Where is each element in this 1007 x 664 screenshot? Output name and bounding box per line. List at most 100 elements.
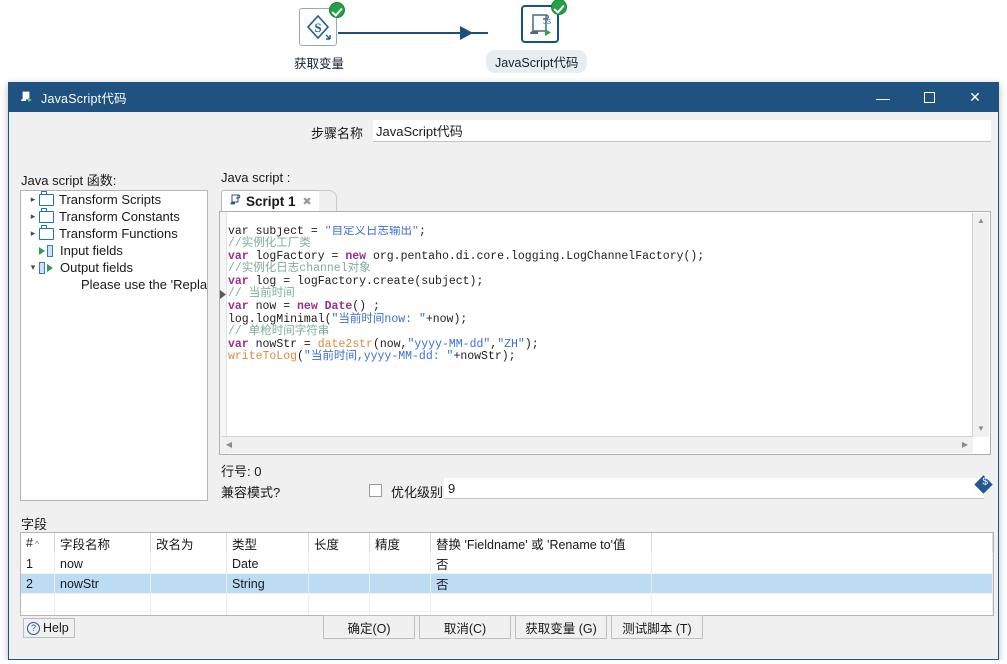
tree-item-transform-scripts[interactable]: ▸ Transform Scripts <box>21 191 207 208</box>
table-body: 1now Date 否 2nowStr String 否 <box>21 554 993 617</box>
canvas-node-get-variables[interactable]: S 获取变量 <box>288 8 350 72</box>
column-header-replace[interactable]: 替换 'Fieldname' 或 'Rename to'值 <box>431 533 652 554</box>
table-cell-num[interactable]: 1 <box>21 554 55 574</box>
get-variables-button[interactable]: 获取变量 (G) <box>515 615 607 639</box>
svg-text:S: S <box>314 20 321 35</box>
tab-curve <box>319 190 337 211</box>
table-cell-length[interactable] <box>309 574 370 594</box>
test-script-button[interactable]: 测试脚本 (T) <box>611 615 703 639</box>
script-tab-icon <box>229 194 241 209</box>
code-text[interactable]: var subject = "自定义日志输出"; //实例化工厂类 var lo… <box>228 226 971 425</box>
scroll-up-arrow-icon[interactable]: ▲ <box>973 213 989 229</box>
editor-gutter[interactable] <box>220 212 227 454</box>
table-cell-type[interactable]: String <box>227 574 309 594</box>
table-cell-replace[interactable]: 否 <box>431 574 652 594</box>
compatibility-mode-label: 兼容模式? <box>221 482 280 501</box>
dialog-title: JavaScript代码 <box>41 88 860 107</box>
editor-vertical-scrollbar[interactable]: ▲ ▼ <box>972 213 989 437</box>
column-header-fieldname[interactable]: 字段名称 <box>55 533 151 554</box>
tree-item-input-fields[interactable]: Input fields <box>21 242 207 259</box>
help-button[interactable]: ? Help <box>23 618 75 638</box>
line-number-label: 行号: 0 <box>221 461 261 480</box>
status-ok-badge <box>329 2 345 18</box>
table-row[interactable]: 1now Date 否 <box>21 554 993 574</box>
tree-item-label: Output fields <box>60 260 133 275</box>
chevron-down-icon[interactable]: ▾ <box>27 259 39 276</box>
table-row[interactable]: 2nowStr String 否 <box>21 574 993 594</box>
table-cell-extra[interactable] <box>652 574 993 594</box>
folder-icon <box>39 194 54 206</box>
svg-text:JS: JS <box>543 19 552 26</box>
table-cell-replace[interactable] <box>431 594 652 612</box>
ok-button[interactable]: 确定(O) <box>323 615 415 639</box>
transformation-canvas[interactable]: S 获取变量 JS JavaScript代码 <box>0 0 1007 86</box>
table-cell-rename[interactable] <box>151 574 227 594</box>
minimize-button[interactable]: — <box>860 83 906 112</box>
table-row[interactable] <box>21 594 993 612</box>
column-header-type[interactable]: 类型 <box>227 533 309 554</box>
gutter-marker-icon <box>220 290 226 299</box>
close-button[interactable]: ✕ <box>952 83 998 112</box>
table-cell-precision[interactable] <box>370 554 431 574</box>
folder-icon <box>39 211 54 223</box>
tree-item-label: Transform Constants <box>59 209 180 224</box>
close-icon[interactable]: ✖ <box>303 195 312 208</box>
output-fields-icon <box>39 261 56 275</box>
folder-icon <box>39 228 54 240</box>
editor-horizontal-scrollbar[interactable]: ◀ ▶ <box>221 436 973 453</box>
tab-script-1[interactable]: Script 1 ✖ <box>221 190 321 211</box>
column-header-rename[interactable]: 改名为 <box>151 533 227 554</box>
chevron-right-icon[interactable]: ▸ <box>27 191 39 208</box>
table-cell-type[interactable]: Date <box>227 554 309 574</box>
canvas-node-label: JavaScript代码 <box>486 50 587 73</box>
table-cell-name[interactable] <box>55 594 151 612</box>
fields-table[interactable]: #^ 字段名称 改名为 类型 长度 精度 替换 'Fieldname' 或 'R… <box>20 532 994 616</box>
code-editor-area[interactable]: var subject = "自定义日志输出"; //实例化工厂类 var lo… <box>219 211 991 455</box>
scroll-down-arrow-icon[interactable]: ▼ <box>973 421 989 437</box>
table-cell-replace[interactable]: 否 <box>431 554 652 574</box>
table-cell-num[interactable]: 2 <box>21 574 55 594</box>
script-tab-strip: Script 1 ✖ <box>219 190 991 211</box>
get-variables-icon: S <box>299 8 339 48</box>
table-cell-length[interactable] <box>309 554 370 574</box>
scroll-right-arrow-icon[interactable]: ▶ <box>957 437 973 453</box>
chevron-right-icon[interactable]: ▸ <box>27 225 39 242</box>
input-fields-icon <box>39 244 56 258</box>
table-cell-rename[interactable] <box>151 594 227 612</box>
fields-caption: 字段 <box>21 514 47 533</box>
tree-item-transform-constants[interactable]: ▸ Transform Constants <box>21 208 207 225</box>
table-cell-num[interactable] <box>21 594 55 612</box>
table-cell-extra[interactable] <box>652 554 993 574</box>
sort-indicator-icon: ^ <box>35 539 39 549</box>
table-cell-precision[interactable] <box>370 594 431 612</box>
step-name-input[interactable] <box>373 120 991 142</box>
table-cell-extra[interactable] <box>652 594 993 612</box>
table-cell-length[interactable] <box>309 594 370 612</box>
scroll-left-arrow-icon[interactable]: ◀ <box>221 437 237 453</box>
table-cell-name[interactable]: nowStr <box>55 574 151 594</box>
tree-item-transform-functions[interactable]: ▸ Transform Functions <box>21 225 207 242</box>
javascript-step-dialog: JavaScript代码 — ✕ 步骤名称 Java script 函数: Ja… <box>8 82 999 660</box>
tree-item-output-fields[interactable]: ▾ Output fields <box>21 259 207 276</box>
maximize-button[interactable] <box>906 83 952 112</box>
column-header-index[interactable]: #^ <box>21 533 55 554</box>
table-cell-rename[interactable] <box>151 554 227 574</box>
column-header-spacer <box>652 533 993 554</box>
column-header-precision[interactable]: 精度 <box>370 533 431 554</box>
table-cell-precision[interactable] <box>370 574 431 594</box>
canvas-node-javascript[interactable]: JS JavaScript代码 <box>518 5 564 73</box>
javascript-step-icon <box>20 90 33 106</box>
chevron-right-icon[interactable]: ▸ <box>27 208 39 225</box>
status-ok-badge <box>551 0 567 15</box>
js-functions-caption: Java script 函数: <box>21 170 116 189</box>
compatibility-mode-checkbox[interactable] <box>369 484 382 497</box>
cancel-button[interactable]: 取消(C) <box>419 615 511 639</box>
table-cell-type[interactable] <box>227 594 309 612</box>
table-cell-name[interactable]: now <box>55 554 151 574</box>
dialog-titlebar[interactable]: JavaScript代码 — ✕ <box>9 83 998 112</box>
right-arrow-icon <box>460 26 473 40</box>
optimization-level-input[interactable] <box>444 478 984 499</box>
column-header-length[interactable]: 长度 <box>309 533 370 554</box>
js-functions-tree[interactable]: ▸ Transform Scripts ▸ Transform Constant… <box>20 190 208 501</box>
js-script-caption: Java script : <box>221 170 290 185</box>
